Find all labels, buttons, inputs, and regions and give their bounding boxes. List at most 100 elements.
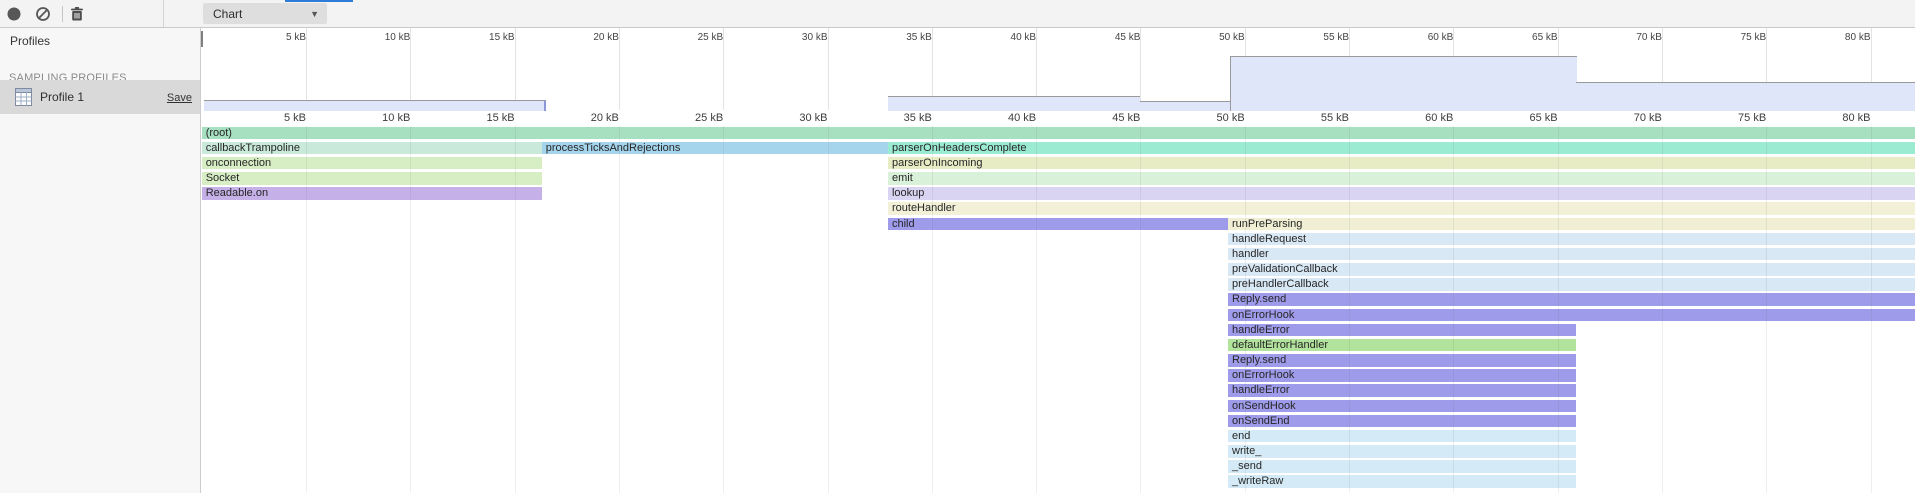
flame-bar-label: write_ bbox=[1232, 445, 1261, 458]
flame-gridline bbox=[410, 126, 411, 493]
flame-bar[interactable]: Reply.send bbox=[1228, 293, 1915, 306]
toolbar: Chart ▼ bbox=[0, 0, 1915, 28]
ruler-top-tick-label: 40 kB bbox=[956, 32, 1039, 44]
ruler-top-tick-label: 80 kB bbox=[1791, 32, 1874, 44]
overview-left-handle[interactable] bbox=[201, 31, 203, 47]
ruler-bottom-tick-label: 35 kB bbox=[852, 112, 938, 125]
ruler-top-tick-label: 25 kB bbox=[643, 32, 726, 44]
ruler-top-tick-label: 60 kB bbox=[1373, 32, 1456, 44]
flame-bar-label: lookup bbox=[892, 187, 924, 200]
flame-bar-label: parserOnHeadersComplete bbox=[892, 142, 1027, 155]
overview-step[interactable] bbox=[204, 100, 546, 111]
flame-bar-label: preValidationCallback bbox=[1232, 263, 1338, 276]
ruler-bottom-tick-label: 50 kB bbox=[1165, 112, 1251, 125]
flame-bar[interactable]: Reply.send bbox=[1228, 354, 1576, 367]
flame-bar[interactable]: onconnection bbox=[202, 157, 542, 170]
flame-bar[interactable]: _send bbox=[1228, 460, 1576, 473]
flame-bar-label: routeHandler bbox=[892, 202, 956, 215]
flame-bar-label: emit bbox=[892, 172, 913, 185]
profile-icon bbox=[15, 88, 32, 106]
flame-gridline bbox=[619, 126, 620, 493]
ruler-bottom-tick-label: 30 kB bbox=[748, 112, 834, 125]
view-mode-select[interactable]: Chart ▼ bbox=[203, 3, 327, 24]
flame-bar[interactable]: Socket bbox=[202, 172, 542, 185]
profiles-header: Profiles bbox=[10, 34, 50, 48]
flame-bar-label: preHandlerCallback bbox=[1232, 278, 1329, 291]
flame-gridline bbox=[1453, 126, 1454, 493]
flame-bar-label: onconnection bbox=[206, 157, 271, 170]
toolbar-divider bbox=[62, 6, 63, 22]
flame-bar[interactable]: handleRequest bbox=[1228, 233, 1915, 246]
flame-bar[interactable]: (root) bbox=[202, 127, 1915, 140]
flame-bar[interactable]: write_ bbox=[1228, 445, 1576, 458]
flame-bar-label: Socket bbox=[206, 172, 240, 185]
ruler-bottom-tick-label: 80 kB bbox=[1791, 112, 1877, 125]
trash-icon bbox=[69, 6, 85, 22]
flame-bar[interactable]: preHandlerCallback bbox=[1228, 278, 1915, 291]
flame-bar[interactable]: routeHandler bbox=[888, 202, 1915, 215]
toolbar-section-divider bbox=[163, 0, 164, 27]
flame-bar-label: callbackTrampoline bbox=[206, 142, 300, 155]
overview-step[interactable] bbox=[1576, 82, 1915, 111]
flame-bar-label: Reply.send bbox=[1232, 354, 1286, 367]
ruler-top-tick-label: 10 kB bbox=[330, 32, 413, 44]
profile-list-item[interactable]: Profile 1 Save bbox=[0, 80, 200, 114]
flame-bar[interactable]: processTicksAndRejections bbox=[542, 142, 888, 155]
flame-gridline bbox=[1349, 126, 1350, 493]
flame-bar[interactable]: handler bbox=[1228, 248, 1915, 261]
flame-bar[interactable]: end bbox=[1228, 430, 1576, 443]
flame-bar[interactable]: _writeRaw bbox=[1228, 475, 1576, 488]
flame-bar-label: handleRequest bbox=[1232, 233, 1306, 246]
record-button[interactable] bbox=[3, 3, 25, 25]
ruler-bottom-tick-label: 10 kB bbox=[330, 112, 416, 125]
flame-bar[interactable]: handleError bbox=[1228, 384, 1576, 397]
flame-bar-label: onSendEnd bbox=[1232, 415, 1290, 428]
ruler-top-tick-label: 45 kB bbox=[1060, 32, 1143, 44]
flame-gridline bbox=[1558, 126, 1559, 493]
flame-bar-label: processTicksAndRejections bbox=[546, 142, 681, 155]
overview-step[interactable] bbox=[1230, 56, 1577, 111]
flame-bar[interactable]: lookup bbox=[888, 187, 1915, 200]
flame-bar-label: handleError bbox=[1232, 324, 1289, 337]
ruler-bottom-tick-label: 5 kB bbox=[226, 112, 312, 125]
flame-bar[interactable]: onErrorHook bbox=[1228, 309, 1915, 322]
flame-bar[interactable]: parserOnIncoming bbox=[888, 157, 1915, 170]
ruler-bottom-tick-label: 65 kB bbox=[1478, 112, 1564, 125]
ruler-bottom-tick-label: 70 kB bbox=[1582, 112, 1668, 125]
ruler-bottom-tick-label: 15 kB bbox=[435, 112, 521, 125]
record-icon bbox=[6, 6, 22, 22]
ruler-top-tick-label: 30 kB bbox=[748, 32, 831, 44]
flame-bar[interactable]: Readable.on bbox=[202, 187, 542, 200]
flame-gridline bbox=[1140, 126, 1141, 493]
flame-gridline bbox=[1871, 126, 1872, 493]
flame-bar[interactable]: callbackTrampoline bbox=[202, 142, 542, 155]
ruler-bottom-tick-label: 60 kB bbox=[1373, 112, 1459, 125]
flame-bar-label: onSendHook bbox=[1232, 400, 1296, 413]
flame-bar-label: Reply.send bbox=[1232, 293, 1286, 306]
ruler-top-tick-label: 50 kB bbox=[1165, 32, 1248, 44]
flame-bar[interactable]: emit bbox=[888, 172, 1915, 185]
flame-bar[interactable]: onSendHook bbox=[1228, 400, 1576, 413]
flame-bar-label: (root) bbox=[206, 127, 232, 140]
ruler-top-tick-label: 20 kB bbox=[539, 32, 622, 44]
flame-bar-label: end bbox=[1232, 430, 1250, 443]
flame-gridline bbox=[723, 126, 724, 493]
overview-step[interactable] bbox=[888, 96, 1140, 111]
profile-name: Profile 1 bbox=[40, 90, 84, 104]
ruler-top-tick-label: 75 kB bbox=[1686, 32, 1769, 44]
flame-bar[interactable]: defaultErrorHandler bbox=[1228, 339, 1576, 352]
flame-bar[interactable]: child bbox=[888, 218, 1228, 231]
save-profile-link[interactable]: Save bbox=[167, 92, 192, 104]
flame-bar[interactable]: onSendEnd bbox=[1228, 415, 1576, 428]
clear-button[interactable] bbox=[32, 3, 54, 25]
flame-bar[interactable]: onErrorHook bbox=[1228, 369, 1576, 382]
overview-step[interactable] bbox=[1140, 101, 1230, 111]
delete-profile-button[interactable] bbox=[66, 3, 88, 25]
profiles-sidebar: Profiles SAMPLING PROFILES Profile 1 Sav… bbox=[0, 28, 200, 493]
flame-bar[interactable]: preValidationCallback bbox=[1228, 263, 1915, 276]
flame-gridline bbox=[1662, 126, 1663, 493]
flame-bar[interactable]: runPreParsing bbox=[1228, 218, 1915, 231]
flame-gridline bbox=[828, 126, 829, 493]
flame-bar[interactable]: handleError bbox=[1228, 324, 1576, 337]
flame-bar[interactable]: parserOnHeadersComplete bbox=[888, 142, 1915, 155]
